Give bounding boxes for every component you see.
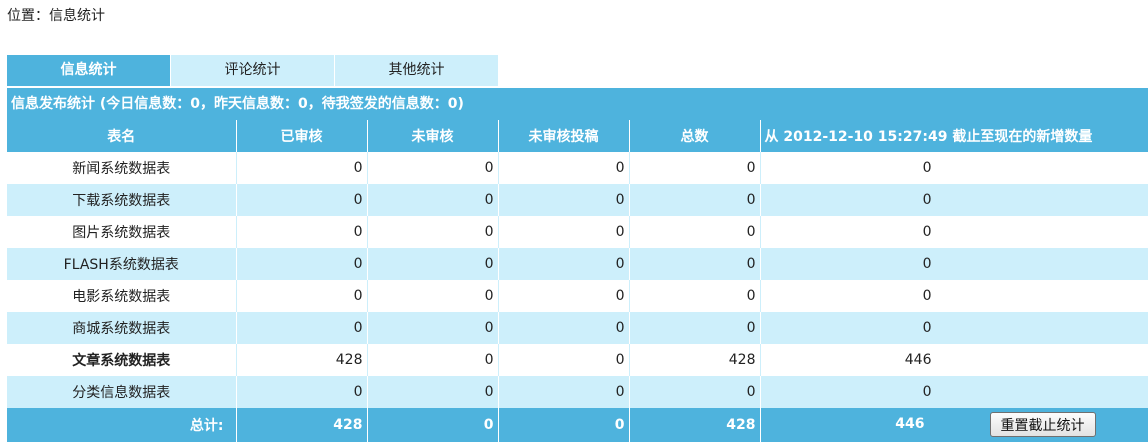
row-approved: 0 bbox=[236, 312, 368, 344]
table-row: 文章系统数据表 428 0 0 428 446 bbox=[7, 344, 1148, 376]
column-header-unapproved: 未审核 bbox=[367, 120, 499, 152]
stats-table: 表名 已审核 未审核 未审核投稿 总数 从 2012-12-10 15:27:4… bbox=[7, 120, 1148, 442]
totals-row: 总计: 428 0 0 428 446 重置截止统计 bbox=[7, 408, 1148, 442]
row-new-since: 446 bbox=[760, 344, 1148, 376]
row-approved: 428 bbox=[236, 344, 368, 376]
row-name: 新闻系统数据表 bbox=[7, 152, 237, 184]
row-name: 电影系统数据表 bbox=[7, 280, 237, 312]
breadcrumb: 位置：信息统计 bbox=[7, 8, 105, 24]
row-unapproved: 0 bbox=[367, 312, 499, 344]
row-pending-submissions: 0 bbox=[498, 376, 630, 408]
row-total: 0 bbox=[629, 152, 761, 184]
row-total: 0 bbox=[629, 376, 761, 408]
row-unapproved: 0 bbox=[367, 280, 499, 312]
table-row: 图片系统数据表 0 0 0 0 0 bbox=[7, 216, 1148, 248]
row-name: 文章系统数据表 bbox=[7, 344, 237, 376]
row-unapproved: 0 bbox=[367, 184, 499, 216]
totals-new-since: 446 bbox=[895, 416, 925, 432]
totals-total: 428 bbox=[629, 408, 761, 442]
row-name: 图片系统数据表 bbox=[7, 216, 237, 248]
row-pending-submissions: 0 bbox=[498, 184, 630, 216]
row-name: 商城系统数据表 bbox=[7, 312, 237, 344]
row-approved: 0 bbox=[236, 376, 368, 408]
row-pending-submissions: 0 bbox=[498, 216, 630, 248]
table-row: 新闻系统数据表 0 0 0 0 0 bbox=[7, 152, 1148, 184]
row-unapproved: 0 bbox=[367, 376, 499, 408]
row-new-since: 0 bbox=[760, 152, 1148, 184]
reset-cutoff-button[interactable]: 重置截止统计 bbox=[989, 412, 1096, 437]
table-row: 商城系统数据表 0 0 0 0 0 bbox=[7, 312, 1148, 344]
row-pending-submissions: 0 bbox=[498, 152, 630, 184]
totals-unapproved: 0 bbox=[367, 408, 499, 442]
table-row: 下载系统数据表 0 0 0 0 0 bbox=[7, 184, 1148, 216]
tab-info-stats[interactable]: 信息统计 bbox=[7, 55, 170, 86]
row-unapproved: 0 bbox=[367, 152, 499, 184]
table-row: 电影系统数据表 0 0 0 0 0 bbox=[7, 280, 1148, 312]
row-total: 0 bbox=[629, 312, 761, 344]
row-approved: 0 bbox=[236, 152, 368, 184]
row-unapproved: 0 bbox=[367, 216, 499, 248]
row-name: 下载系统数据表 bbox=[7, 184, 237, 216]
row-total: 0 bbox=[629, 280, 761, 312]
totals-new-since-cell: 446 重置截止统计 bbox=[760, 408, 1148, 442]
column-header-new-since: 从 2012-12-10 15:27:49 截止至现在的新增数量 bbox=[760, 120, 1148, 152]
row-total: 0 bbox=[629, 216, 761, 248]
row-name: 分类信息数据表 bbox=[7, 376, 237, 408]
row-new-since: 0 bbox=[760, 248, 1148, 280]
row-new-since: 0 bbox=[760, 216, 1148, 248]
row-new-since: 0 bbox=[760, 376, 1148, 408]
row-unapproved: 0 bbox=[367, 248, 499, 280]
row-pending-submissions: 0 bbox=[498, 248, 630, 280]
row-approved: 0 bbox=[236, 216, 368, 248]
row-total: 0 bbox=[629, 248, 761, 280]
row-approved: 0 bbox=[236, 248, 368, 280]
column-header-pending-submissions: 未审核投稿 bbox=[498, 120, 630, 152]
tab-other-stats[interactable]: 其他统计 bbox=[335, 55, 498, 86]
column-header-table-name: 表名 bbox=[7, 120, 237, 152]
table-header-row: 表名 已审核 未审核 未审核投稿 总数 从 2012-12-10 15:27:4… bbox=[7, 120, 1148, 152]
row-pending-submissions: 0 bbox=[498, 312, 630, 344]
row-pending-submissions: 0 bbox=[498, 280, 630, 312]
row-name: FLASH系统数据表 bbox=[7, 248, 237, 280]
row-total: 0 bbox=[629, 184, 761, 216]
totals-pending-submissions: 0 bbox=[498, 408, 630, 442]
row-approved: 0 bbox=[236, 280, 368, 312]
tab-bar: 信息统计 评论统计 其他统计 bbox=[7, 55, 499, 87]
row-unapproved: 0 bbox=[367, 344, 499, 376]
row-new-since: 0 bbox=[760, 280, 1148, 312]
stats-panel: 信息发布统计 (今日信息数：0，昨天信息数：0，待我签发的信息数：0) 表名 已… bbox=[7, 88, 1148, 442]
table-row: FLASH系统数据表 0 0 0 0 0 bbox=[7, 248, 1148, 280]
column-header-total: 总数 bbox=[629, 120, 761, 152]
panel-title: 信息发布统计 (今日信息数：0，昨天信息数：0，待我签发的信息数：0) bbox=[7, 88, 1148, 120]
totals-approved: 428 bbox=[236, 408, 368, 442]
row-approved: 0 bbox=[236, 184, 368, 216]
column-header-approved: 已审核 bbox=[236, 120, 368, 152]
row-new-since: 0 bbox=[760, 184, 1148, 216]
row-total: 428 bbox=[629, 344, 761, 376]
tab-comment-stats[interactable]: 评论统计 bbox=[171, 55, 334, 86]
table-row: 分类信息数据表 0 0 0 0 0 bbox=[7, 376, 1148, 408]
row-pending-submissions: 0 bbox=[498, 344, 630, 376]
row-new-since: 0 bbox=[760, 312, 1148, 344]
totals-label: 总计: bbox=[7, 408, 237, 442]
